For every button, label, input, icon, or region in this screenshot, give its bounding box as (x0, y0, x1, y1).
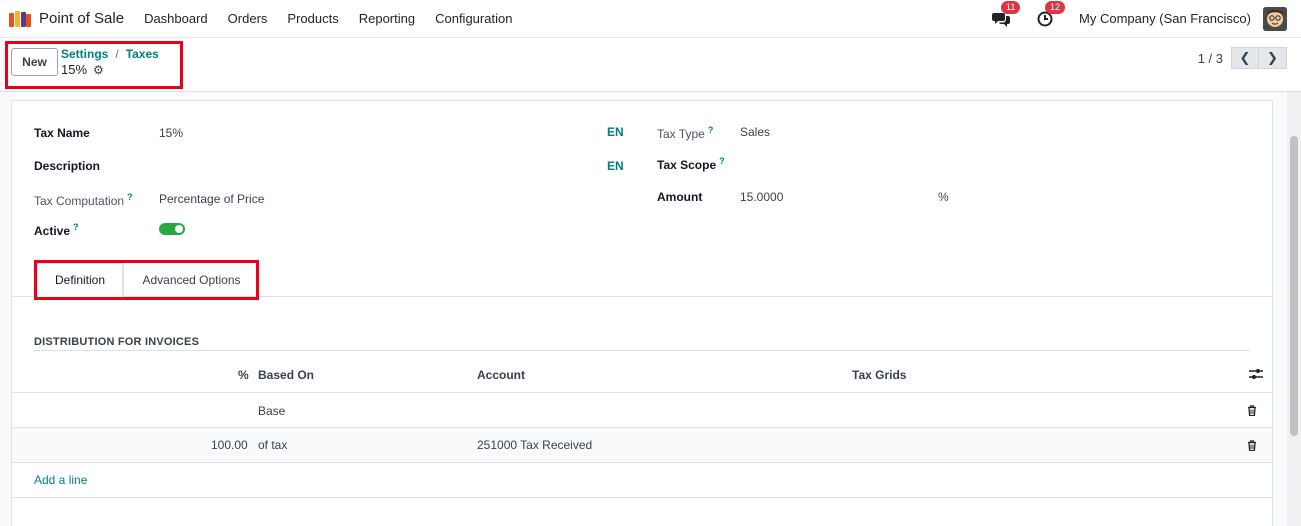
breadcrumb-taxes[interactable]: Taxes (126, 47, 159, 61)
tax-name-lang-button[interactable]: EN (607, 125, 624, 139)
app-name[interactable]: Point of Sale (39, 10, 124, 27)
chevron-left-icon: ❮ (1239, 50, 1251, 65)
active-label: Active? (34, 222, 79, 238)
cell-based-on[interactable]: of tax (258, 438, 287, 452)
menu-products[interactable]: Products (277, 11, 348, 26)
optional-columns-toggle[interactable] (1249, 368, 1263, 383)
table-row[interactable] (12, 428, 1272, 462)
row-divider (12, 462, 1272, 463)
control-panel: New Settings / Taxes 15% ⚙ 1 / 3 ❮ ❯ (0, 38, 1301, 92)
breadcrumb-settings[interactable]: Settings (61, 47, 108, 61)
description-lang-button[interactable]: EN (607, 159, 624, 173)
sliders-icon (1249, 369, 1263, 379)
tooltip-icon[interactable]: ? (708, 125, 714, 135)
pager-value[interactable]: 1 / 3 (1198, 51, 1223, 66)
messages-badge: 11 (1001, 0, 1021, 14)
pager-previous-button[interactable]: ❮ (1231, 47, 1259, 69)
row-divider (12, 497, 1272, 498)
pager: 1 / 3 ❮ ❯ (1198, 47, 1287, 69)
company-switcher[interactable]: My Company (San Francisco) (1079, 11, 1251, 26)
breadcrumb-separator: / (115, 47, 119, 61)
chevron-right-icon: ❯ (1267, 50, 1278, 65)
trash-icon[interactable] (1247, 405, 1257, 419)
menu-dashboard[interactable]: Dashboard (134, 11, 218, 26)
user-avatar[interactable] (1263, 6, 1287, 31)
tax-computation-field[interactable]: Percentage of Price (159, 192, 264, 206)
pager-next-button[interactable]: ❯ (1259, 47, 1287, 69)
section-title: DISTRIBUTION FOR INVOICES (34, 336, 200, 348)
top-navbar: Point of Sale Dashboard Orders Products … (0, 0, 1301, 38)
pos-logo-icon[interactable] (9, 10, 31, 27)
activities-badge: 12 (1045, 0, 1066, 14)
tax-name-label: Tax Name (34, 126, 90, 140)
section-divider (34, 350, 1250, 351)
cell-based-on[interactable]: Base (258, 404, 285, 418)
tax-type-field[interactable]: Sales (740, 125, 770, 139)
menu-orders[interactable]: Orders (218, 11, 278, 26)
breadcrumb: Settings / Taxes (61, 47, 159, 61)
menu-reporting[interactable]: Reporting (349, 11, 425, 26)
cell-percent[interactable]: 100.00 (211, 438, 248, 452)
new-button[interactable]: New (11, 48, 58, 76)
scrollbar-thumb[interactable] (1290, 136, 1298, 436)
description-label: Description (34, 159, 101, 173)
tax-computation-label: Tax Computation? (34, 192, 133, 208)
record-title: 15% ⚙ (61, 62, 104, 77)
menu-configuration[interactable]: Configuration (425, 11, 522, 26)
column-header-percent[interactable]: % (238, 368, 249, 382)
row-divider (12, 392, 1272, 393)
tooltip-icon[interactable]: ? (719, 156, 725, 166)
activities-button[interactable]: 12 (1035, 0, 1066, 29)
column-header-account[interactable]: Account (477, 368, 525, 382)
active-toggle[interactable] (159, 223, 185, 235)
amount-unit: % (938, 190, 949, 204)
tax-type-label: Tax Type? (657, 125, 714, 141)
messages-button[interactable]: 11 (991, 0, 1021, 29)
add-line-link[interactable]: Add a line (34, 473, 87, 487)
trash-icon[interactable] (1247, 440, 1257, 454)
column-header-based-on[interactable]: Based On (258, 368, 314, 382)
tooltip-icon[interactable]: ? (127, 192, 133, 202)
form-sheet: Tax Name 15% EN Description EN Tax Compu… (11, 100, 1273, 526)
tax-name-field[interactable]: 15% (159, 126, 183, 140)
tooltip-icon[interactable]: ? (73, 222, 79, 232)
column-header-tax-grids[interactable]: Tax Grids (852, 368, 906, 382)
tax-scope-field[interactable] (740, 156, 950, 172)
main-menu: Dashboard Orders Products Reporting Conf… (134, 11, 522, 26)
page-scrollbar[interactable] (1287, 92, 1301, 526)
tax-scope-label: Tax Scope? (657, 156, 725, 172)
cell-account[interactable]: 251000 Tax Received (477, 438, 592, 452)
gear-icon[interactable]: ⚙ (93, 63, 104, 77)
highlight-box-tabs (34, 260, 259, 300)
amount-field[interactable]: 15.0000 (740, 190, 783, 204)
amount-label: Amount (657, 190, 703, 204)
record-name: 15% (61, 62, 88, 77)
